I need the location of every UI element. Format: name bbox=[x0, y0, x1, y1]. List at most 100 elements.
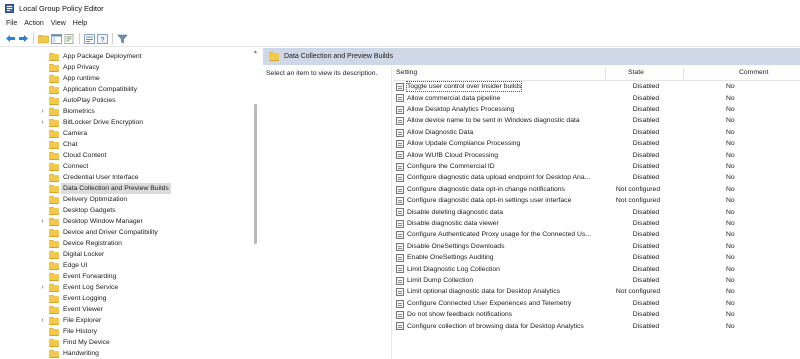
title-bar: Local Group Policy Editor bbox=[0, 0, 800, 16]
policy-setting-icon bbox=[396, 174, 404, 183]
setting-row[interactable]: Limit Diagnostic Log Collection Disabled N… bbox=[393, 263, 793, 274]
setting-state: Disabled bbox=[632, 231, 660, 239]
tree-item[interactable]: AutoPlay Policies bbox=[0, 95, 252, 106]
back-arrow-icon[interactable] bbox=[4, 33, 16, 45]
folder-icon bbox=[49, 129, 59, 138]
expand-chevron-icon[interactable]: › bbox=[39, 216, 46, 227]
setting-row[interactable]: Configure diagnostic data opt-in setting… bbox=[393, 195, 793, 206]
menu-help[interactable]: Help bbox=[72, 20, 93, 27]
tree-item[interactable]: Event Forwarding bbox=[0, 271, 252, 282]
tree-item[interactable]: Data Collection and Preview Builds bbox=[0, 183, 252, 194]
setting-row[interactable]: Do not show feedback notifications Disabl… bbox=[393, 309, 793, 320]
setting-name: Limit Diagnostic Log Collection bbox=[407, 265, 500, 273]
tree-item[interactable]: Handwriting bbox=[0, 348, 252, 359]
setting-row[interactable]: Configure Connected User Experiences and… bbox=[393, 298, 793, 309]
policy-tree[interactable]: App Package Deployment App Privacy App run… bbox=[0, 48, 259, 359]
policy-setting-icon bbox=[396, 128, 404, 137]
setting-row[interactable]: Disable diagnostic data viewer Disabled No bbox=[393, 218, 793, 229]
setting-name: Do not show feedback notifications bbox=[407, 311, 513, 319]
setting-comment: No bbox=[726, 140, 735, 148]
setting-row[interactable]: Enable OneSettings Auditing Disabled No bbox=[393, 252, 793, 263]
tree-item[interactable]: File History bbox=[0, 326, 252, 337]
tree-item[interactable]: › Event Log Service bbox=[0, 282, 252, 293]
tree-item[interactable]: Event Viewer bbox=[0, 304, 252, 315]
setting-row[interactable]: Allow commercial data pipeline Disabled No bbox=[393, 92, 793, 103]
tree-item[interactable]: Edge UI bbox=[0, 260, 252, 271]
tree-item[interactable]: › Biometrics bbox=[0, 106, 252, 117]
setting-row[interactable]: Disable OneSettings Downloads Disabled No bbox=[393, 241, 793, 252]
tree-scrollbar[interactable]: ▲ bbox=[252, 48, 259, 359]
column-header-comment[interactable]: Comment bbox=[739, 69, 768, 76]
tree-item[interactable]: App runtime bbox=[0, 73, 252, 84]
setting-state: Not configured bbox=[615, 197, 661, 205]
tree-item[interactable]: Camera bbox=[0, 128, 252, 139]
up-folder-icon[interactable] bbox=[37, 33, 49, 45]
setting-row[interactable]: Disable deleting diagnostic data Disabled… bbox=[393, 206, 793, 217]
policy-setting-icon bbox=[396, 185, 404, 194]
setting-name: Allow device name to be sent in Windows … bbox=[407, 117, 580, 125]
tree-item[interactable]: Connect bbox=[0, 161, 252, 172]
tree-item-label: Event Viewer bbox=[63, 306, 103, 313]
tree-item[interactable]: › File Explorer bbox=[0, 315, 252, 326]
setting-row[interactable]: Allow device name to be sent in Windows … bbox=[393, 115, 793, 126]
setting-row[interactable]: Allow Diagnostic Data Disabled No bbox=[393, 127, 793, 138]
menu-file[interactable]: File bbox=[5, 20, 23, 27]
setting-row[interactable]: Limit Dump Collection Disabled No bbox=[393, 275, 793, 286]
column-divider[interactable] bbox=[683, 68, 684, 79]
expand-chevron-icon[interactable]: › bbox=[39, 282, 46, 293]
tree-item[interactable]: › BitLocker Drive Encryption bbox=[0, 117, 252, 128]
tree-item-label: Event Forwarding bbox=[63, 273, 117, 280]
tree-item-label: File History bbox=[63, 328, 97, 335]
tree-item[interactable]: Digital Locker bbox=[0, 249, 252, 260]
setting-row[interactable]: Allow Desktop Analytics Processing Disabl… bbox=[393, 104, 793, 115]
help-icon[interactable]: ? bbox=[96, 33, 108, 45]
tree-item[interactable]: Device Registration bbox=[0, 238, 252, 249]
details-header: Data Collection and Preview Builds bbox=[263, 48, 800, 65]
tree-scrollbar-thumb[interactable] bbox=[254, 104, 257, 244]
setting-row[interactable]: Allow Update Compliance Processing Disabl… bbox=[393, 138, 793, 149]
setting-row[interactable]: Toggle user control over Insider builds D… bbox=[393, 81, 793, 93]
column-header-setting[interactable]: Setting bbox=[396, 69, 417, 76]
setting-row[interactable]: Configure the Commercial ID Disabled No bbox=[393, 161, 793, 172]
forward-arrow-icon[interactable] bbox=[17, 33, 29, 45]
setting-row[interactable]: Allow WUfB Cloud Processing Disabled No bbox=[393, 149, 793, 160]
tree-item[interactable]: Desktop Gadgets bbox=[0, 205, 252, 216]
tree-item[interactable]: Application Compatibility bbox=[0, 84, 252, 95]
tree-item[interactable]: Delivery Optimization bbox=[0, 194, 252, 205]
policy-setting-icon bbox=[396, 94, 404, 103]
expand-chevron-icon[interactable]: › bbox=[39, 106, 46, 117]
policy-setting-icon bbox=[396, 322, 404, 331]
tree-item[interactable]: App Package Deployment bbox=[0, 51, 252, 62]
tree-item[interactable]: › Desktop Window Manager bbox=[0, 216, 252, 227]
setting-comment: No bbox=[726, 265, 735, 273]
tree-item[interactable]: Credential User Interface bbox=[0, 172, 252, 183]
menu-action[interactable]: Action bbox=[23, 20, 49, 27]
tree-item[interactable]: Find My Device bbox=[0, 337, 252, 348]
setting-row[interactable]: Configure collection of browsing data fo… bbox=[393, 320, 793, 331]
scroll-up-icon[interactable]: ▲ bbox=[253, 49, 258, 55]
filter-icon[interactable] bbox=[116, 33, 128, 45]
properties-icon[interactable] bbox=[83, 33, 95, 45]
column-divider[interactable] bbox=[605, 68, 606, 79]
export-list-icon[interactable] bbox=[63, 33, 75, 45]
tree-item[interactable]: Cloud Content bbox=[0, 150, 252, 161]
policy-setting-icon bbox=[396, 117, 404, 126]
folder-icon bbox=[49, 294, 59, 303]
tree-item[interactable]: Device and Driver Compatibility bbox=[0, 227, 252, 238]
tree-item[interactable]: Chat bbox=[0, 139, 252, 150]
setting-row[interactable]: Configure Authenticated Proxy usage for … bbox=[393, 229, 793, 240]
setting-row[interactable]: Configure diagnostic data upload endpoin… bbox=[393, 172, 793, 183]
tree-item[interactable]: App Privacy bbox=[0, 62, 252, 73]
tree-item[interactable]: Event Logging bbox=[0, 293, 252, 304]
show-hide-tree-icon[interactable] bbox=[50, 33, 62, 45]
folder-icon bbox=[49, 283, 59, 292]
column-header-state[interactable]: State bbox=[628, 69, 644, 76]
expand-chevron-icon[interactable]: › bbox=[39, 117, 46, 128]
setting-row[interactable]: Limit optional diagnostic data for Deskt… bbox=[393, 286, 793, 297]
expand-chevron-icon[interactable]: › bbox=[39, 315, 46, 326]
setting-row[interactable]: Configure diagnostic data opt-in change … bbox=[393, 184, 793, 195]
setting-comment: No bbox=[726, 254, 735, 262]
folder-icon bbox=[269, 52, 279, 61]
menu-view[interactable]: View bbox=[50, 20, 72, 27]
settings-list[interactable]: Setting State Comment Toggle user contro… bbox=[393, 66, 800, 359]
